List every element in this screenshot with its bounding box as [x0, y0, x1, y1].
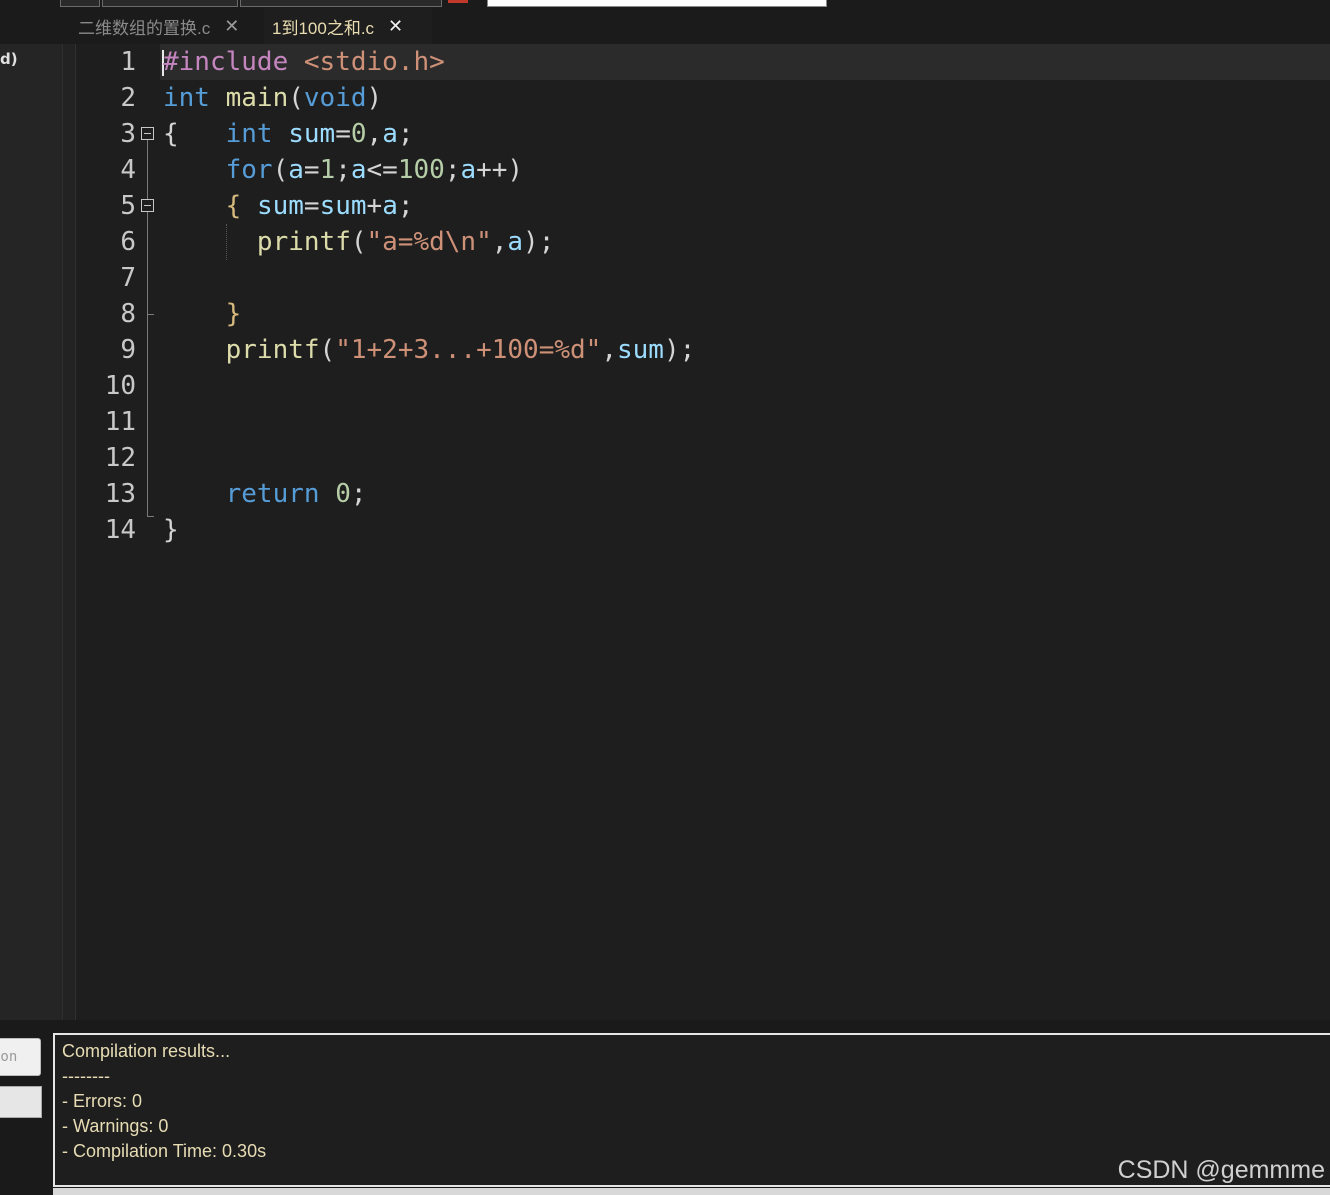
- line-number: 9: [120, 335, 136, 365]
- panel-side-button[interactable]: ion: [0, 1038, 41, 1076]
- log-line: --------: [62, 1066, 110, 1086]
- line-number: 1: [120, 47, 136, 77]
- line-number: 12: [104, 443, 136, 473]
- watermark: CSDN @gemmme: [1117, 1156, 1325, 1184]
- left-panel-splitter[interactable]: [63, 44, 76, 1020]
- fold-end-marker: [147, 516, 154, 517]
- toolbar-indicator: [448, 0, 468, 3]
- line-number: 6: [120, 227, 136, 257]
- code-line: }: [225, 299, 242, 329]
- tab-array-transpose[interactable]: 二维数组的置换.c ✕: [78, 8, 264, 44]
- log-line: Compilation results...: [62, 1041, 231, 1061]
- line-number: 5: [120, 191, 136, 221]
- tab-label: 1到100之和.c: [272, 18, 375, 38]
- left-panel-label: d): [0, 50, 18, 68]
- code-line: }: [163, 515, 179, 545]
- code-line: { sum=sum+a;: [225, 191, 414, 221]
- line-number: 10: [104, 371, 136, 401]
- log-line: - Compilation Time: 0.30s: [62, 1141, 267, 1161]
- close-icon[interactable]: ✕: [224, 16, 239, 37]
- tab-sum-1-to-100[interactable]: 1到100之和.c ✕: [264, 8, 432, 44]
- close-icon[interactable]: ✕: [388, 16, 403, 37]
- tab-label: 二维数组的置换.c: [78, 18, 211, 38]
- code-line: { int sum=0,a;: [163, 119, 414, 149]
- line-number: 14: [104, 515, 136, 545]
- code-line: int main(void): [163, 83, 383, 113]
- line-number: 4: [120, 155, 136, 185]
- panel-side-button[interactable]: [0, 1086, 42, 1118]
- fold-collapse-icon[interactable]: [141, 127, 154, 140]
- tab-bar: 二维数组的置换.c ✕ 1到100之和.c ✕: [0, 8, 1330, 44]
- log-line: - Warnings: 0: [62, 1116, 169, 1136]
- line-number: 11: [104, 407, 136, 437]
- toolbar-button[interactable]: [60, 0, 100, 7]
- code-line: #include <stdio.h>: [163, 47, 445, 77]
- line-number: 8: [120, 299, 136, 329]
- left-panel: d): [0, 44, 63, 1020]
- fold-guide: [147, 134, 148, 516]
- code-line: printf("a=%d\n",a);: [256, 227, 555, 257]
- toolbar-dropdown[interactable]: [102, 0, 238, 7]
- line-number: 13: [104, 479, 136, 509]
- code-line: printf("1+2+3...+100=%d",sum);: [225, 335, 696, 365]
- line-number: 3: [120, 119, 136, 149]
- log-line: - Errors: 0: [62, 1091, 143, 1111]
- panel-scrollbar[interactable]: [53, 1188, 1330, 1195]
- line-number: 7: [120, 263, 136, 293]
- code-line: for(a=1;a<=100;a++): [225, 155, 524, 185]
- toolbar-search-input[interactable]: [487, 0, 827, 7]
- fold-end-marker: [147, 314, 154, 315]
- line-number: 2: [120, 83, 136, 113]
- code-editor[interactable]: 1 2 3 4 5 6 7 8 9 10 11 12 13 14 #includ…: [76, 44, 1330, 1020]
- fold-collapse-icon[interactable]: [141, 199, 154, 212]
- code-line: return 0;: [225, 479, 367, 509]
- toolbar-dropdown[interactable]: [240, 0, 442, 7]
